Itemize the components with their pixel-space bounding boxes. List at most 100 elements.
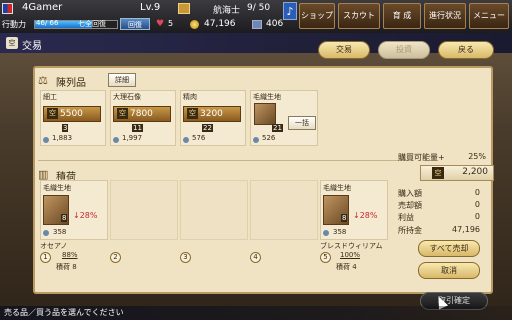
back-button[interactable]: 戻る (438, 41, 494, 59)
goods-item-name: 大理石像 (113, 93, 141, 101)
flag-icon (2, 3, 13, 14)
scales-icon: ⚖ (38, 74, 48, 87)
port-entry[interactable]: 3 (180, 241, 248, 275)
purchase-amount-value: 0 (474, 188, 480, 197)
cargo-icon (252, 20, 262, 29)
cargo-item-name: 毛織生地 (323, 184, 351, 192)
sailor-icon (178, 3, 190, 14)
price-tag: 空 5500 (43, 106, 101, 122)
stock-icon (113, 137, 119, 143)
coin-glyph-icon: 空 (117, 108, 128, 119)
port-entry[interactable]: 4 (250, 241, 318, 275)
music-note-icon[interactable]: ♪ (283, 2, 297, 20)
goods-item-name: 細工 (43, 93, 57, 101)
action-points-value: 46/ 66 (36, 19, 59, 27)
stock-icon (43, 137, 49, 143)
coin-glyph-icon: 空 (187, 108, 198, 119)
stock-icon (43, 230, 49, 236)
purchase-capacity-label: 購買可能量+ (398, 153, 445, 162)
stock-icon (253, 137, 259, 143)
goods-item-qty: 3 (62, 124, 69, 132)
goods-item-stock: 1,997 (122, 134, 143, 142)
goods-item-stock: 576 (192, 134, 206, 142)
price-tag: 空 7800 (113, 106, 171, 122)
port-entry[interactable]: オセアノ 1 88% 積荷 8 (40, 241, 108, 275)
coin-glyph-icon: 空 (432, 167, 444, 179)
port-entry[interactable]: ブレスドウィリアム 5 100% 積荷 4 (320, 241, 412, 275)
cargo-item-qty: 8 (61, 214, 68, 222)
purchase-capacity-value: 25% (468, 152, 486, 161)
goods-item-stock: 1,883 (52, 134, 73, 142)
port-cargo: 積荷 4 (336, 263, 357, 271)
gold-coin-icon (190, 20, 199, 29)
shop-button[interactable]: ショップ (299, 3, 335, 29)
recover-button[interactable]: 回復 (120, 18, 150, 30)
menu-button[interactable]: メニュー (469, 3, 509, 29)
cargo-slot-empty[interactable] (110, 180, 178, 240)
detail-button[interactable]: 詳細 (108, 73, 136, 87)
scout-button[interactable]: スカウト (338, 3, 380, 29)
sale-amount-value: 0 (474, 200, 480, 209)
sailor-count: 9/ 50 (247, 3, 271, 13)
cargo-item-qty: 8 (341, 214, 348, 222)
title-bar (0, 33, 512, 53)
tab-invest[interactable]: 投資 (378, 41, 430, 59)
page-title: 交易 (22, 41, 42, 52)
cargo-slot-empty[interactable] (180, 180, 248, 240)
gold-amount: 47,196 (204, 19, 236, 29)
cargo-price-change: ↓28% (73, 211, 98, 220)
cargo-slot-empty[interactable] (250, 180, 318, 240)
progress-button[interactable]: 進行状況 (424, 3, 466, 29)
port-number: 3 (180, 252, 191, 263)
sailor-label: 航海士 (213, 6, 241, 16)
price-tag: 空 3200 (183, 106, 241, 122)
cargo-price-change: ↓28% (353, 211, 378, 220)
title-glyph-icon: 空 (6, 37, 18, 49)
tab-trade[interactable]: 交易 (318, 41, 370, 59)
goods-item-price: 5500 (60, 109, 83, 119)
money-value: 47,196 (452, 225, 480, 234)
money-label: 所持金 (398, 226, 422, 235)
profit-value: 0 (474, 212, 480, 221)
port-number: 2 (110, 252, 121, 263)
wool-cloth-icon (254, 103, 276, 125)
player-name: 4Gamer (22, 2, 63, 13)
goods-item-name: 精肉 (183, 93, 197, 101)
stock-icon (323, 230, 329, 236)
port-percentage: 88% (62, 251, 78, 259)
section-divider (38, 160, 413, 161)
train-button[interactable]: 育 成 (383, 3, 421, 29)
sell-all-button[interactable]: すべて売却 (418, 240, 480, 257)
cancel-button[interactable]: 取消 (418, 262, 480, 279)
port-name: オセアノ (40, 242, 68, 250)
cargo-amount: 406 (266, 19, 284, 29)
cargo-item-name: 毛織生地 (43, 184, 71, 192)
goods-item-name: 毛織生地 (253, 93, 281, 101)
cargo-slot[interactable]: 毛織生地 8 ↓28% 358 (320, 180, 388, 240)
goods-item-price: 3200 (200, 109, 223, 119)
goods-item[interactable]: 精肉 空 3200 22 576 (180, 90, 246, 146)
port-number: 1 (40, 252, 51, 263)
port-percentage: 100% (340, 251, 361, 259)
goods-section-title: 陳列品 (56, 78, 86, 89)
goods-item-qty: 21 (272, 124, 283, 132)
coin-glyph-icon: 空 (47, 108, 58, 119)
action-points-status: 七全回復 (78, 20, 106, 28)
heart-icon: ♥ (156, 19, 165, 29)
player-level: Lv.9 (140, 2, 161, 13)
status-message: 売る品／買う品を選んでください (4, 308, 124, 317)
heart-count: 5 (168, 19, 174, 28)
coin-balance: 2,200 (462, 167, 488, 177)
port-entry[interactable]: 2 (110, 241, 178, 275)
port-cargo: 積荷 8 (56, 263, 77, 271)
goods-item-price: 7800 (130, 109, 153, 119)
profit-label: 利益 (398, 213, 414, 222)
bulk-buy-button[interactable]: 一括 (288, 116, 316, 130)
goods-item[interactable]: 細工 空 5500 3 1,883 (40, 90, 106, 146)
goods-item-qty: 22 (202, 124, 213, 132)
cargo-slot[interactable]: 毛織生地 8 ↓28% 358 (40, 180, 108, 240)
goods-item-qty: 11 (132, 124, 143, 132)
goods-item[interactable]: 大理石像 空 7800 11 1,997 (110, 90, 176, 146)
purchase-amount-label: 購入額 (398, 189, 422, 198)
stock-icon (183, 137, 189, 143)
